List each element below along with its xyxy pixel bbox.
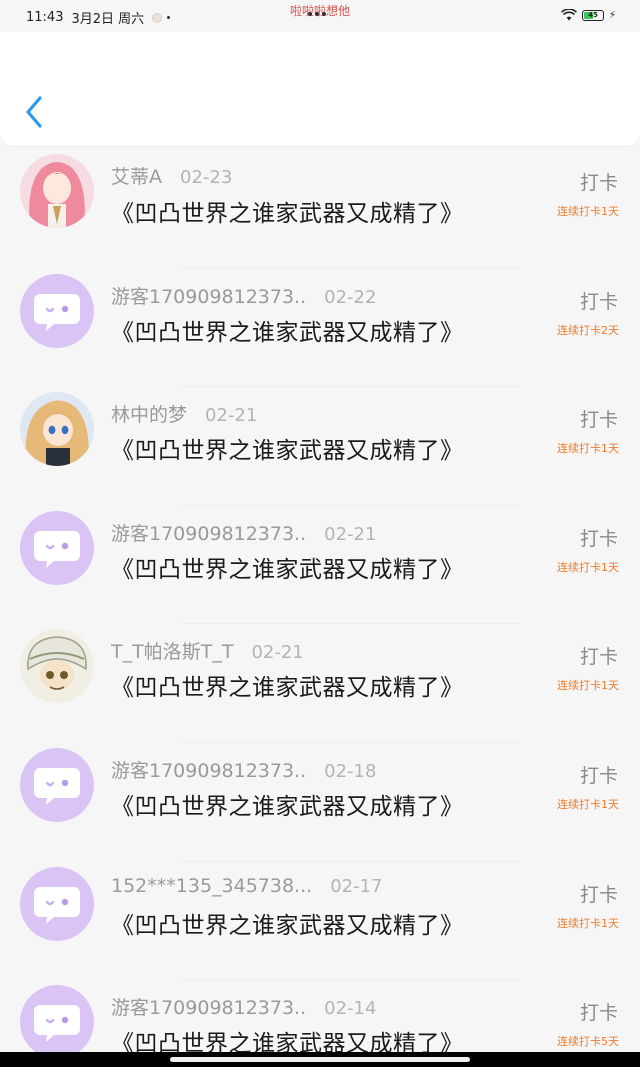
username[interactable]: 游客170909812373.. — [111, 282, 306, 309]
checkin-label: 打卡 — [579, 646, 618, 669]
user-avatar[interactable] — [20, 629, 94, 704]
post-title[interactable]: 《凹凸世界之谁家武器又成精了》 — [111, 313, 464, 347]
chat-bubble-icon — [34, 767, 80, 805]
post-title[interactable]: 《凹凸世界之谁家武器又成精了》 — [111, 906, 464, 940]
battery-text: 45 — [588, 10, 598, 19]
username[interactable]: 152***135_345738... — [111, 875, 312, 897]
checkin-row[interactable]: 游客170909812373.. 02-22 《凹凸世界之谁家武器又成精了》 打卡连续… — [0, 269, 640, 388]
username[interactable]: 游客170909812373.. — [111, 519, 306, 546]
charging-bolt-icon: ⚡ — [608, 9, 616, 21]
user-avatar[interactable] — [20, 154, 94, 228]
checkin-list: 艾蒂A 02-23 《凹凸世界之谁家武器又成精了》 打卡 连续打卡1天 游客1709098… — [0, 150, 640, 1067]
post-date: 02-21 — [324, 523, 377, 545]
chat-bubble-icon — [34, 293, 80, 331]
post-date: 02-14 — [324, 998, 377, 1020]
gesture-bar — [0, 1052, 640, 1067]
user-line: 艾蒂A 02-23 — [111, 162, 232, 189]
streak-label: 连续打卡5天 — [557, 1035, 619, 1049]
checkin-label: 打卡 — [579, 527, 618, 550]
post-date: 02-17 — [330, 875, 383, 897]
status-center-text: 啦啦啦想他 — [289, 4, 350, 18]
user-avatar[interactable] — [20, 273, 94, 348]
user-line: 游客170909812373.. 02-22 — [111, 282, 376, 309]
checkin-row[interactable]: 游客170909812373.. 02-21 《凹凸世界之谁家武器又成精了》 打卡连续… — [0, 506, 640, 625]
username[interactable]: 林中的梦 — [111, 400, 187, 427]
post-title[interactable]: 《凹凸世界之谁家武器又成精了》 — [111, 787, 464, 821]
home-indicator[interactable] — [170, 1057, 470, 1062]
streak-label: 连续打卡1天 — [557, 560, 619, 574]
streak-label: 连续打卡1天 — [557, 205, 619, 218]
user-line: 游客170909812373.. 02-18 — [111, 756, 376, 783]
user-line: 林中的梦 02-21 — [111, 400, 257, 427]
anime-avatar-pink-hair — [20, 154, 94, 228]
streak-label: 连续打卡1天 — [557, 916, 619, 930]
checkin-row[interactable]: 152***135_345738... 02-17 《凹凸世界之谁家武器又成精了》 打… — [0, 862, 640, 981]
checkin-row[interactable]: T_T帕洛斯T_T 02-21 《凹凸世界之谁家武器又成精了》 打卡连续打卡1天 — [0, 624, 640, 743]
streak-label: 连续打卡1天 — [557, 797, 619, 811]
chat-bubble-icon — [34, 1005, 80, 1043]
screen: 11:43 3月2日 周六 啦啦啦想他 45 ⚡ 艾蒂A 02-23 《凹凸世界… — [0, 0, 640, 1067]
checkin-label: 打卡 — [579, 764, 618, 787]
post-date: 02-22 — [324, 286, 377, 308]
checkin-label: 打卡 — [579, 290, 618, 313]
post-title[interactable]: 《凹凸世界之谁家武器又成精了》 — [111, 550, 464, 584]
chevron-left-icon — [26, 96, 42, 128]
streak-label: 连续打卡1天 — [557, 442, 619, 456]
header — [0, 32, 640, 147]
user-line: 152***135_345738... 02-17 — [111, 875, 383, 897]
chat-bubble-icon — [34, 530, 80, 568]
streak-label: 连续打卡2天 — [557, 323, 619, 337]
battery-icon: 45 — [581, 9, 604, 21]
user-line: 游客170909812373.. 02-14 — [111, 993, 376, 1020]
user-line: T_T帕洛斯T_T 02-21 — [111, 637, 304, 664]
anime-avatar-turban — [20, 629, 94, 704]
user-avatar[interactable] — [20, 866, 94, 941]
post-date: 02-18 — [324, 760, 377, 782]
username[interactable]: 游客170909812373.. — [111, 756, 306, 783]
checkin-label: 打卡 — [579, 409, 618, 432]
user-avatar[interactable] — [20, 985, 94, 1060]
status-bar: 11:43 3月2日 周六 啦啦啦想他 45 ⚡ — [0, 0, 640, 32]
checkin-label: 打卡 — [579, 1002, 618, 1025]
user-avatar[interactable] — [20, 747, 94, 822]
post-date: 02-21 — [251, 642, 304, 664]
back-button[interactable] — [22, 94, 50, 130]
username[interactable]: 艾蒂A — [111, 162, 162, 189]
post-title[interactable]: 《凹凸世界之谁家武器又成精了》 — [111, 668, 464, 702]
post-title[interactable]: 《凹凸世界之谁家武器又成精了》 — [111, 431, 464, 465]
username[interactable]: T_T帕洛斯T_T — [111, 637, 233, 664]
user-avatar[interactable] — [20, 392, 94, 467]
chat-bubble-icon — [34, 886, 80, 924]
post-title[interactable]: 《凹凸世界之谁家武器又成精了》 — [111, 194, 464, 228]
wifi-icon — [560, 9, 577, 21]
checkin-row[interactable]: 艾蒂A 02-23 《凹凸世界之谁家武器又成精了》 打卡连续打卡1天 — [0, 150, 640, 269]
checkin-label: 打卡 — [579, 172, 618, 194]
username[interactable]: 游客170909812373.. — [111, 993, 306, 1020]
user-avatar[interactable] — [20, 510, 94, 585]
streak-label: 连续打卡1天 — [557, 679, 619, 693]
post-date: 02-21 — [205, 405, 258, 427]
anime-avatar-blonde-hair — [20, 392, 94, 467]
checkin-label: 打卡 — [579, 883, 618, 906]
user-line: 游客170909812373.. 02-21 — [111, 519, 376, 546]
checkin-row[interactable]: 林中的梦 02-21 《凹凸世界之谁家武器又成精了》 打卡连续打卡1天 — [0, 387, 640, 506]
checkin-row[interactable]: 游客170909812373.. 02-18 《凹凸世界之谁家武器又成精了》 打卡连续… — [0, 743, 640, 862]
status-right: 45 ⚡ — [560, 9, 616, 21]
status-more-dots-icon — [308, 12, 326, 16]
post-date: 02-23 — [180, 167, 233, 188]
